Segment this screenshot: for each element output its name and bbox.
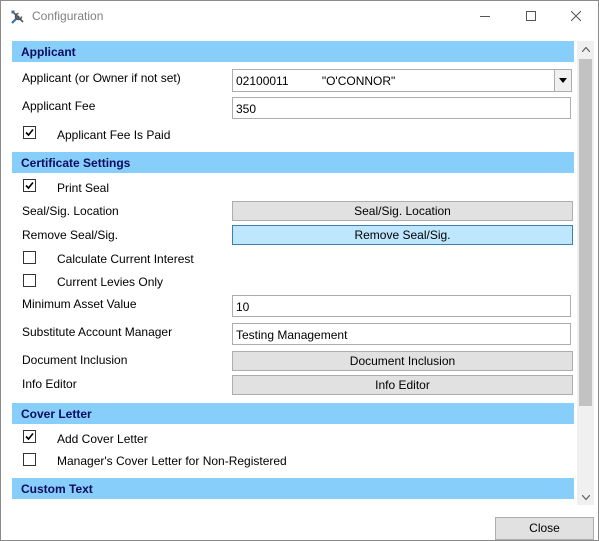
- chevron-down-icon: [559, 78, 567, 83]
- calculate-interest-label: Calculate Current Interest: [57, 252, 194, 266]
- close-window-button[interactable]: [553, 1, 598, 32]
- section-title: Certificate Settings: [21, 156, 131, 170]
- section-header-applicant: Applicant: [12, 41, 574, 62]
- minimum-asset-input[interactable]: 10: [232, 295, 571, 317]
- info-editor-button[interactable]: Info Editor: [232, 375, 573, 395]
- configuration-window: Configuration Applicant Applicant (or Ow…: [0, 0, 599, 541]
- chevron-down-icon: [582, 495, 590, 500]
- section-title: Custom Text: [21, 482, 93, 496]
- seal-location-button[interactable]: Seal/Sig. Location: [232, 201, 573, 221]
- document-inclusion-button[interactable]: Document Inclusion: [232, 351, 573, 371]
- substitute-manager-value: Testing Management: [236, 328, 348, 342]
- applicant-fee-value: 350: [236, 102, 257, 116]
- tools-icon: [10, 9, 26, 25]
- seal-location-label: Seal/Sig. Location: [22, 204, 119, 218]
- vertical-scrollbar[interactable]: [577, 41, 594, 506]
- checkmark-icon: [25, 181, 34, 190]
- minimize-icon: [480, 16, 490, 17]
- checkmark-icon: [25, 432, 34, 441]
- section-title: Cover Letter: [21, 407, 92, 421]
- applicant-value: 02100011 "O'CONNOR": [236, 74, 396, 88]
- scrollbar-thumb[interactable]: [579, 59, 592, 406]
- substitute-manager-label: Substitute Account Manager: [22, 325, 173, 339]
- window-title: Configuration: [32, 9, 104, 23]
- close-button[interactable]: Close: [495, 517, 594, 540]
- section-title: Applicant: [21, 45, 76, 59]
- remove-seal-label: Remove Seal/Sig.: [22, 228, 119, 242]
- add-cover-letter-label: Add Cover Letter: [57, 432, 148, 446]
- applicant-fee-paid-label: Applicant Fee Is Paid: [57, 128, 171, 142]
- title-bar: Configuration: [1, 1, 598, 32]
- current-levies-checkbox[interactable]: [23, 274, 36, 287]
- checkmark-icon: [25, 128, 34, 137]
- minimum-asset-label: Minimum Asset Value: [22, 297, 137, 311]
- applicant-combobox[interactable]: 02100011 "O'CONNOR": [232, 69, 572, 92]
- minimum-asset-value: 10: [236, 300, 250, 314]
- manager-cover-letter-checkbox[interactable]: [23, 453, 36, 466]
- applicant-label: Applicant (or Owner if not set): [22, 71, 181, 85]
- applicant-fee-paid-checkbox[interactable]: [23, 126, 36, 139]
- document-inclusion-label: Document Inclusion: [22, 353, 128, 367]
- close-icon: [571, 11, 581, 21]
- settings-panel: Applicant Applicant (or Owner if not set…: [1, 32, 598, 504]
- section-header-cover-letter: Cover Letter: [12, 403, 574, 424]
- manager-cover-letter-label: Manager's Cover Letter for Non-Registere…: [57, 454, 287, 468]
- dropdown-button[interactable]: [554, 70, 571, 91]
- print-seal-label: Print Seal: [57, 181, 110, 195]
- current-levies-label: Current Levies Only: [57, 275, 164, 289]
- substitute-manager-input[interactable]: Testing Management: [232, 323, 571, 345]
- maximize-icon: [526, 11, 536, 21]
- applicant-fee-input[interactable]: 350: [232, 97, 571, 119]
- scroll-down-button[interactable]: [577, 489, 594, 506]
- minimize-button[interactable]: [462, 1, 508, 32]
- print-seal-checkbox[interactable]: [23, 179, 36, 192]
- applicant-fee-label: Applicant Fee: [22, 99, 96, 113]
- remove-seal-button[interactable]: Remove Seal/Sig.: [232, 225, 573, 245]
- calculate-interest-checkbox[interactable]: [23, 251, 36, 264]
- chevron-up-icon: [582, 47, 590, 52]
- add-cover-letter-checkbox[interactable]: [23, 430, 36, 443]
- dialog-footer: Close: [1, 505, 598, 540]
- info-editor-label: Info Editor: [22, 377, 77, 391]
- section-header-custom-text: Custom Text: [12, 478, 574, 499]
- scroll-up-button[interactable]: [577, 41, 594, 58]
- maximize-button[interactable]: [508, 1, 554, 32]
- section-header-certificate-settings: Certificate Settings: [12, 152, 574, 173]
